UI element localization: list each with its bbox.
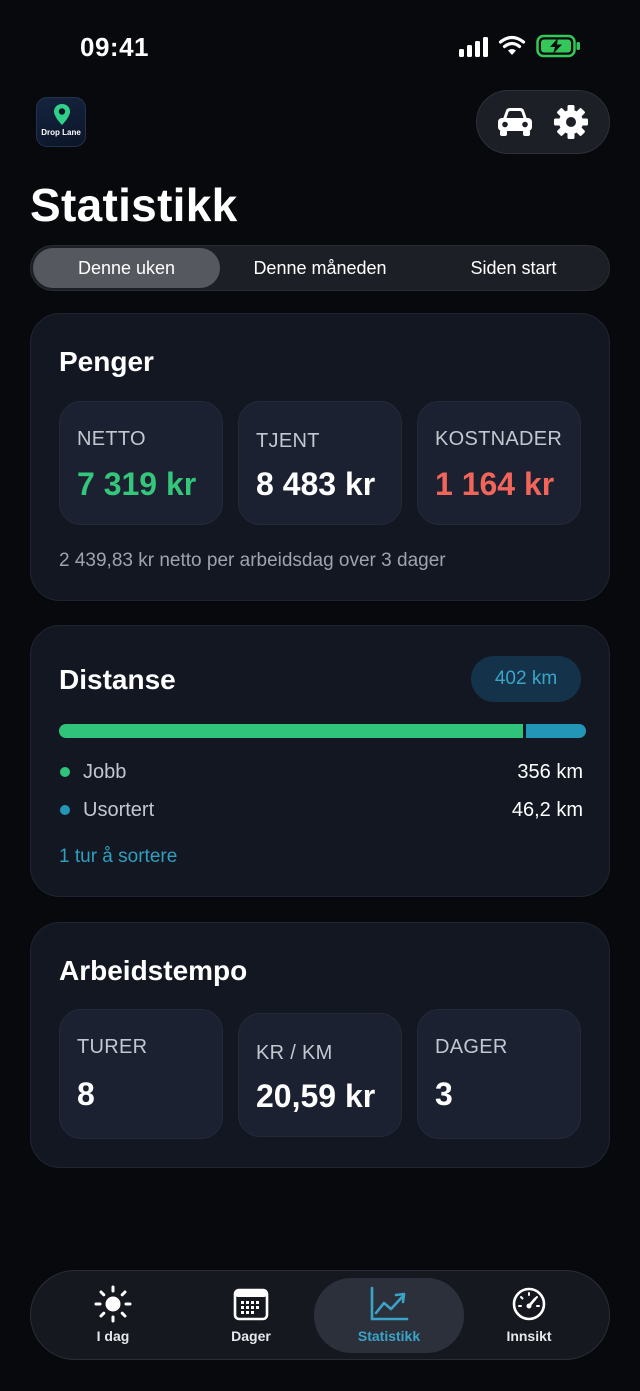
status-bar: 09:41 xyxy=(0,0,640,96)
legend-label-unsorted: Usortert xyxy=(83,799,155,821)
distance-total-badge: 402 km xyxy=(471,656,581,702)
calendar-icon xyxy=(231,1286,271,1322)
chart-icon xyxy=(369,1286,409,1322)
kr-per-km-value: 20,59 kr xyxy=(256,1078,376,1114)
battery-charging-icon xyxy=(536,34,580,58)
trips-value: 8 xyxy=(77,1076,95,1112)
legend-row-unsorted: Usortert 46,2 km xyxy=(59,797,583,823)
days-label: DAGER xyxy=(435,1036,508,1058)
tab-days-label: Dager xyxy=(231,1328,271,1344)
days-value: 3 xyxy=(435,1076,453,1112)
earned-tile: TJENT 8 483 kr xyxy=(238,401,402,525)
sun-icon xyxy=(93,1285,133,1323)
app-logo: Drop Lane xyxy=(36,97,86,147)
pace-title: Arbeidstempo xyxy=(59,955,248,986)
trips-tile: TURER 8 xyxy=(59,1009,223,1139)
pace-card: Arbeidstempo TURER 8 KR / KM 20,59 kr DA… xyxy=(30,922,610,1168)
legend-value-work: 356 km xyxy=(517,761,583,783)
kr-per-km-tile: KR / KM 20,59 kr xyxy=(238,1013,402,1137)
period-segmented-control: Denne uken Denne måneden Siden start xyxy=(30,245,610,291)
segment-this-month[interactable]: Denne måneden xyxy=(224,248,416,288)
legend-value-unsorted: 46,2 km xyxy=(511,799,583,821)
money-title: Penger xyxy=(59,346,154,377)
status-icons xyxy=(459,34,582,58)
wifi-icon xyxy=(498,35,526,55)
distance-bar-work xyxy=(59,724,523,738)
net-value: 7 319 kr xyxy=(77,466,197,502)
costs-value: 1 164 kr xyxy=(435,466,555,502)
costs-tile: KOSTNADER 1 164 kr xyxy=(417,401,581,525)
legend-dot-work xyxy=(60,767,70,777)
distance-title: Distanse xyxy=(59,664,176,695)
location-pin-icon xyxy=(54,104,70,125)
money-note: 2 439,83 kr netto per arbeidsdag over 3 … xyxy=(59,550,446,571)
net-tile: NETTO 7 319 kr xyxy=(59,401,223,525)
money-card: Penger NETTO 7 319 kr TJENT 8 483 kr KOS… xyxy=(30,313,610,601)
tab-statistics[interactable]: Statistikk xyxy=(314,1278,464,1353)
legend-row-work: Jobb 356 km xyxy=(59,759,583,785)
tab-today-label: I dag xyxy=(96,1328,130,1344)
trips-label: TURER xyxy=(77,1036,148,1058)
segment-since-start[interactable]: Siden start xyxy=(420,248,607,288)
legend-label-work: Jobb xyxy=(83,761,127,783)
segment-this-week[interactable]: Denne uken xyxy=(33,248,220,288)
status-time: 09:41 xyxy=(80,32,149,62)
vehicle-button[interactable] xyxy=(492,99,538,145)
settings-button[interactable] xyxy=(548,99,594,145)
tab-statistics-label: Statistikk xyxy=(357,1328,421,1344)
tab-bar: I dag Dager Statistikk Innsikt xyxy=(30,1270,610,1360)
car-icon xyxy=(498,108,532,136)
tab-insight-label: Innsikt xyxy=(506,1328,552,1344)
legend-dot-unsorted xyxy=(60,805,70,815)
tab-days[interactable]: Dager xyxy=(176,1278,326,1353)
page-title: Statistikk xyxy=(30,179,238,231)
distance-bar xyxy=(59,724,586,738)
distance-bar-unsorted xyxy=(526,724,586,738)
net-label: NETTO xyxy=(77,428,146,450)
tab-today[interactable]: I dag xyxy=(38,1278,188,1353)
sort-trips-link[interactable]: 1 tur å sortere xyxy=(59,846,177,868)
kr-per-km-label: KR / KM xyxy=(256,1042,333,1064)
distance-card: Distanse 402 km Jobb 356 km Usortert 46,… xyxy=(30,625,610,897)
gauge-icon xyxy=(509,1286,549,1322)
days-tile: DAGER 3 xyxy=(417,1009,581,1139)
logo-text: Drop Lane xyxy=(41,128,81,137)
gear-icon xyxy=(554,105,588,139)
tab-insight[interactable]: Innsikt xyxy=(454,1278,604,1353)
earned-label: TJENT xyxy=(256,430,320,452)
cellular-signal-icon xyxy=(459,35,488,57)
header-actions xyxy=(476,90,610,154)
earned-value: 8 483 kr xyxy=(256,466,376,502)
costs-label: KOSTNADER xyxy=(435,428,563,450)
